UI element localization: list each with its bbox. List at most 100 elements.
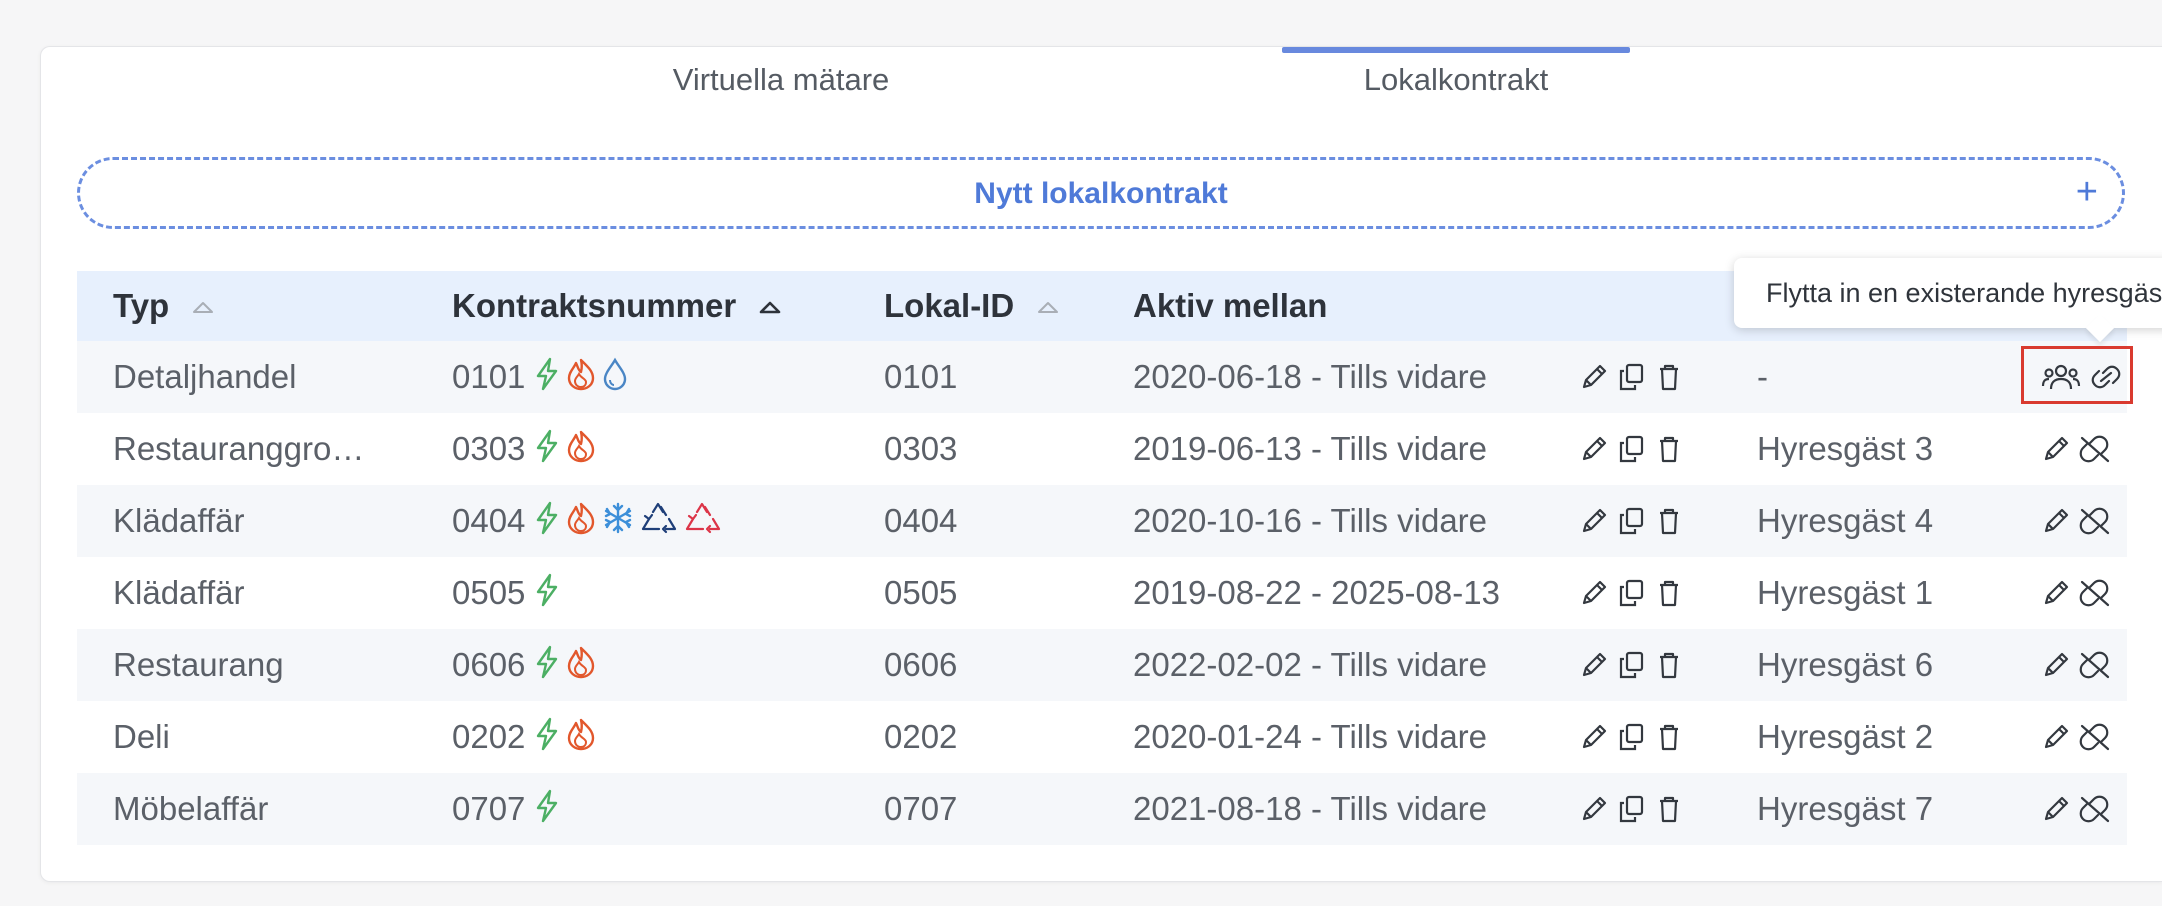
delete-icon[interactable] (1653, 647, 1685, 683)
move-in-tenant-tooltip: Flytta in en existerande hyresgäst (1734, 258, 2162, 328)
contract-number: 0707 (452, 790, 526, 827)
cell-aktiv-mellan: 2020-01-24 - Tills vidare (1133, 718, 1488, 755)
contract-number: 0606 (452, 646, 526, 683)
table-body: Detaljhandel 0101 0101 2020-06-18 - Till… (77, 341, 2127, 845)
cell-typ: Restauranggros… (113, 430, 378, 467)
sort-icon[interactable] (192, 268, 214, 338)
cell-hyresgast: - (1757, 358, 1768, 395)
edit-icon[interactable] (1577, 791, 1609, 827)
copy-icon[interactable] (1615, 791, 1647, 827)
copy-icon[interactable] (1615, 431, 1647, 467)
cell-aktiv-mellan: 2019-06-13 - Tills vidare (1133, 430, 1488, 467)
header-lokal-id[interactable]: Lokal-ID (884, 271, 1059, 341)
delete-icon[interactable] (1653, 575, 1685, 611)
edit-icon[interactable] (1577, 719, 1609, 755)
table-row: Klädaffär 0404 0404 2020-10-16 - Tills v… (77, 485, 2127, 557)
recycling-icon (639, 488, 679, 560)
copy-icon[interactable] (1615, 575, 1647, 611)
recycling-red-icon (683, 488, 723, 560)
cell-kontraktsnummer: 0606 (452, 629, 601, 701)
header-kontraktsnummer-label: Kontraktsnummer (452, 287, 737, 324)
edit-icon[interactable] (1577, 503, 1609, 539)
move-in-tenant-icon[interactable] (2041, 359, 2081, 395)
utility-icons (533, 414, 601, 488)
delete-icon[interactable] (1653, 431, 1685, 467)
cell-lokal-id: 0202 (884, 718, 958, 755)
heat-icon (565, 704, 597, 776)
sort-active-icon[interactable] (759, 268, 781, 338)
cooling-icon (601, 488, 635, 560)
edit-icon[interactable] (2041, 503, 2069, 539)
cell-hyresgast: Hyresgäst 7 (1757, 790, 1934, 827)
copy-icon[interactable] (1615, 359, 1647, 395)
header-typ[interactable]: Typ (113, 271, 214, 341)
cell-lokal-id: 0404 (884, 502, 958, 539)
delete-icon[interactable] (1653, 359, 1685, 395)
contracts-table: Typ Kontraktsnummer Lokal-ID Aktiv mella… (77, 271, 2127, 845)
unlink-icon[interactable] (2077, 791, 2113, 827)
contract-number: 0202 (452, 718, 526, 755)
edit-icon[interactable] (2041, 575, 2069, 611)
cell-lokal-id: 0606 (884, 646, 958, 683)
cell-lokal-id: 0505 (884, 574, 958, 611)
row-actions (1577, 575, 1685, 611)
tab-lokalkontrakt[interactable]: Lokalkontrakt (1282, 47, 1630, 119)
new-contract-button[interactable]: Nytt lokalkontrakt + (77, 157, 2125, 229)
table-row: Deli 0202 0202 2020-01-24 - Tills vidare… (77, 701, 2127, 773)
header-aktiv-mellan: Aktiv mellan (1133, 287, 1328, 324)
cell-hyresgast: Hyresgäst 2 (1757, 718, 1934, 755)
cell-kontraktsnummer: 0505 (452, 557, 565, 629)
unlink-icon[interactable] (2077, 575, 2113, 611)
tenant-actions (2041, 359, 2123, 395)
edit-icon[interactable] (1577, 575, 1609, 611)
contract-number: 0404 (452, 502, 526, 539)
link-icon[interactable] (2089, 359, 2123, 395)
row-actions (1577, 719, 1685, 755)
utility-icons (533, 486, 727, 560)
tenant-actions (2041, 431, 2113, 467)
cell-aktiv-mellan: 2019-08-22 - 2025-08-13 (1133, 574, 1500, 611)
delete-icon[interactable] (1653, 791, 1685, 827)
header-kontraktsnummer[interactable]: Kontraktsnummer (452, 271, 781, 341)
cell-hyresgast: Hyresgäst 1 (1757, 574, 1934, 611)
electricity-icon (533, 416, 561, 488)
edit-icon[interactable] (2041, 791, 2069, 827)
cell-lokal-id: 0101 (884, 358, 958, 395)
cell-typ: Restaurang (113, 646, 284, 683)
tenant-actions (2041, 719, 2113, 755)
cell-kontraktsnummer: 0707 (452, 773, 565, 845)
cell-lokal-id: 0707 (884, 790, 958, 827)
edit-icon[interactable] (1577, 431, 1609, 467)
heat-icon (565, 344, 597, 416)
edit-icon[interactable] (2041, 647, 2069, 683)
delete-icon[interactable] (1653, 719, 1685, 755)
utility-icons (533, 702, 601, 776)
copy-icon[interactable] (1615, 647, 1647, 683)
utility-icons (533, 630, 601, 704)
cell-typ: Klädaffär (113, 574, 245, 611)
electricity-icon (533, 776, 561, 848)
cell-aktiv-mellan: 2022-02-02 - Tills vidare (1133, 646, 1488, 683)
unlink-icon[interactable] (2077, 719, 2113, 755)
delete-icon[interactable] (1653, 503, 1685, 539)
cell-aktiv-mellan: 2021-08-18 - Tills vidare (1133, 790, 1488, 827)
row-actions (1577, 359, 1685, 395)
unlink-icon[interactable] (2077, 431, 2113, 467)
edit-icon[interactable] (1577, 359, 1609, 395)
tab-virtuella-matare[interactable]: Virtuella mätare (611, 47, 951, 119)
plus-icon: + (2075, 171, 2098, 213)
table-row: Möbelaffär 0707 0707 2021-08-18 - Tills … (77, 773, 2127, 845)
unlink-icon[interactable] (2077, 503, 2113, 539)
edit-icon[interactable] (2041, 431, 2069, 467)
sort-icon[interactable] (1037, 268, 1059, 338)
edit-icon[interactable] (1577, 647, 1609, 683)
row-actions (1577, 647, 1685, 683)
unlink-icon[interactable] (2077, 647, 2113, 683)
table-row: Restauranggros… 0303 0303 2019-06-13 - T… (77, 413, 2127, 485)
copy-icon[interactable] (1615, 719, 1647, 755)
row-actions (1577, 431, 1685, 467)
heat-icon (565, 416, 597, 488)
tenant-actions (2041, 503, 2113, 539)
copy-icon[interactable] (1615, 503, 1647, 539)
edit-icon[interactable] (2041, 719, 2069, 755)
